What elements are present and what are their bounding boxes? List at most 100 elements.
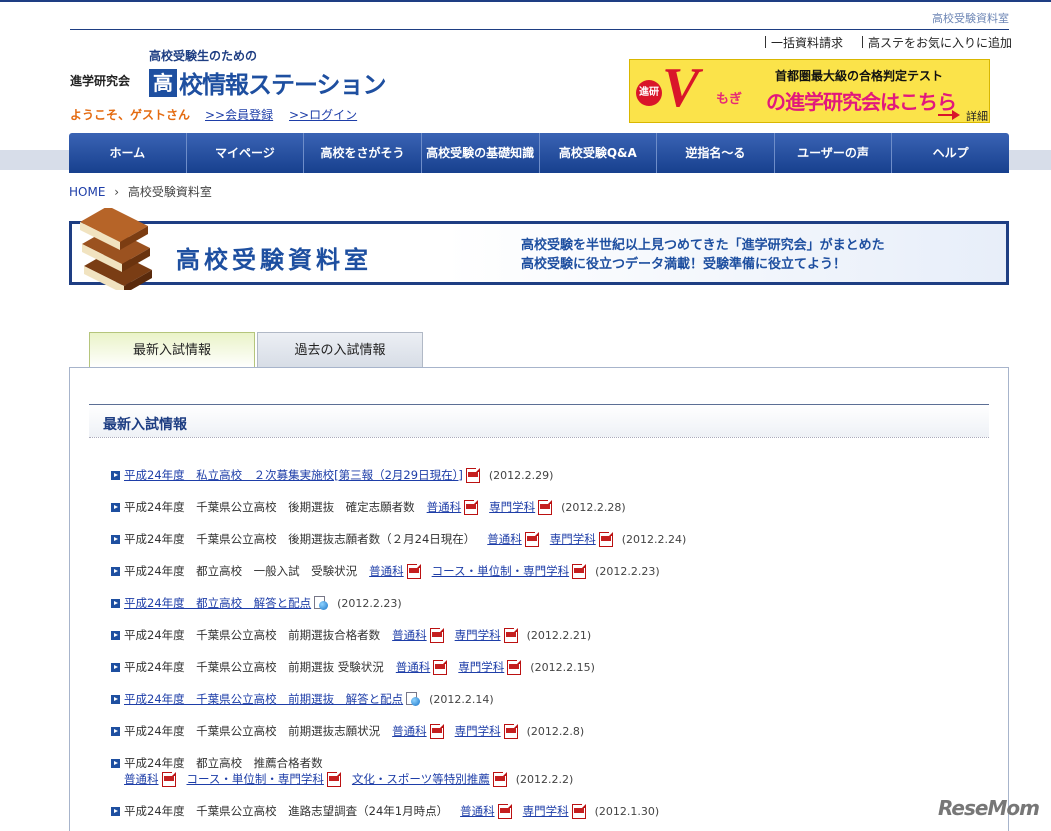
pdf-icon[interactable] <box>497 803 512 819</box>
item-date: (2012.2.23) <box>595 564 660 578</box>
list-item: 平成24年度 都立高校 推薦合格者数 <box>111 755 323 771</box>
item-link-specialized[interactable]: 専門学科 <box>550 531 596 547</box>
welcome-greeting: ようこそ、ゲストさん <box>70 108 191 122</box>
pdf-icon[interactable] <box>433 659 448 675</box>
logo-org: 進学研究会 <box>70 74 131 88</box>
webpage-icon[interactable] <box>314 596 329 610</box>
item-date: (2012.2.8) <box>526 724 585 738</box>
list-item: 平成24年度 千葉県公立高校 前期選抜合格者数 普通科 専門学科 (2012.2… <box>111 627 591 643</box>
bullet-arrow-icon <box>111 758 120 768</box>
item-link-specialized[interactable]: 専門学科 <box>523 803 569 819</box>
webpage-icon[interactable] <box>406 692 421 706</box>
hero-description: 高校受験を半世紀以上見つめてきた「進学研究会」がまとめた 高校受験に役立つデータ… <box>521 236 885 274</box>
pdf-icon[interactable] <box>161 771 176 787</box>
pdf-icon[interactable] <box>429 723 444 739</box>
pdf-icon[interactable] <box>571 803 586 819</box>
item-link-general[interactable]: 普通科 <box>396 659 431 675</box>
item-link-general[interactable]: 普通科 <box>460 803 495 819</box>
nav-home[interactable]: ホーム <box>69 133 187 173</box>
list-item: 平成24年度 私立高校 ２次募集実施校[第三報（2月29日現在）] (2012.… <box>111 467 553 483</box>
nav-basics[interactable]: 高校受験の基礎知識 <box>422 133 540 173</box>
breadcrumb-separator: › <box>114 185 120 199</box>
pdf-icon[interactable] <box>538 499 553 515</box>
nav-help[interactable]: ヘルプ <box>892 133 1009 173</box>
list-item: 平成24年度 千葉県公立高校 前期選抜 受験状況 普通科 専門学科 (2012.… <box>111 659 595 675</box>
tab-latest[interactable]: 最新入試情報 <box>89 332 255 368</box>
main-nav: ホーム マイページ 高校をさがそう 高校受験の基礎知識 高校受験Q&A 逆指名～… <box>69 133 1009 173</box>
nav-mypage[interactable]: マイページ <box>187 133 305 173</box>
item-link-specialized[interactable]: 専門学科 <box>458 659 504 675</box>
section-heading: 最新入試情報 <box>89 404 989 438</box>
breadcrumb-home[interactable]: HOME <box>69 185 105 199</box>
item-date: (2012.2.28) <box>561 500 626 514</box>
item-link-general[interactable]: 普通科 <box>392 627 427 643</box>
item-date: (2012.2.2) <box>515 772 574 786</box>
item-text: 平成24年度 都立高校 推薦合格者数 <box>124 756 323 770</box>
login-link[interactable]: >>ログイン <box>289 106 357 123</box>
pdf-icon[interactable] <box>406 563 421 579</box>
pdf-icon[interactable] <box>326 771 341 787</box>
pdf-icon[interactable] <box>598 531 613 547</box>
item-link-specialized[interactable]: 専門学科 <box>489 499 535 515</box>
item-link-general[interactable]: 普通科 <box>427 499 462 515</box>
item-link-specialized[interactable]: 専門学科 <box>455 627 501 643</box>
banner-line2: の進学研究会はこちら <box>766 90 957 114</box>
pdf-icon[interactable] <box>464 499 479 515</box>
pdf-icon[interactable] <box>524 531 539 547</box>
hero-desc-line1: 高校受験を半世紀以上見つめてきた「進学研究会」がまとめた <box>521 238 885 253</box>
item-link[interactable]: 平成24年度 都立高校 解答と配点 <box>124 595 311 611</box>
list-item-continuation: 普通科 コース・単位制・専門学科 文化・スポーツ等特別推薦 (2012.2.2) <box>124 771 573 787</box>
nav-user-voice[interactable]: ユーザーの声 <box>775 133 893 173</box>
item-date: (2012.2.24) <box>621 532 687 546</box>
item-link[interactable]: 平成24年度 千葉県公立高校 前期選抜 解答と配点 <box>124 691 403 707</box>
nav-search-school[interactable]: 高校をさがそう <box>304 133 422 173</box>
bullet-arrow-icon <box>111 534 120 544</box>
pdf-icon[interactable] <box>429 627 444 643</box>
item-link-special-recommendation[interactable]: 文化・スポーツ等特別推薦 <box>352 771 490 787</box>
header-divider <box>70 29 1009 30</box>
vmogi-banner[interactable]: 進研 V もぎ 首都圏最大級の合格判定テスト の進学研究会はこちら <box>629 59 990 123</box>
bullet-arrow-icon <box>111 662 120 672</box>
pdf-icon[interactable] <box>507 659 522 675</box>
list-item: 平成24年度 千葉県公立高校 後期選抜 確定志願者数 普通科 専門学科 (201… <box>111 499 626 515</box>
nav-qa[interactable]: 高校受験Q&A <box>540 133 658 173</box>
item-link-course[interactable]: コース・単位制・専門学科 <box>432 563 569 579</box>
tab-past[interactable]: 過去の入試情報 <box>257 332 423 368</box>
add-favorite-link[interactable]: 高ステをお気に入りに追加 <box>862 34 1012 51</box>
item-link-general[interactable]: 普通科 <box>369 563 404 579</box>
top-strip: 高校受験資料室 <box>0 0 1051 32</box>
pdf-icon[interactable] <box>572 563 587 579</box>
bullet-arrow-icon <box>111 566 120 576</box>
pdf-icon[interactable] <box>465 467 480 483</box>
item-link-course[interactable]: コース・単位制・専門学科 <box>187 771 324 787</box>
add-favorite-label: 高ステをお気に入りに追加 <box>868 36 1013 50</box>
item-link-general[interactable]: 普通科 <box>487 531 522 547</box>
bulk-request-link[interactable]: 一括資料請求 <box>765 34 843 51</box>
item-link-general[interactable]: 普通科 <box>392 723 427 739</box>
item-date: (2012.1.30) <box>594 804 660 818</box>
item-date: (2012.2.15) <box>530 660 595 674</box>
register-link[interactable]: >>会員登録 <box>205 106 273 123</box>
logo-box-char: 高 <box>149 68 177 97</box>
item-link-general[interactable]: 普通科 <box>124 771 159 787</box>
breadcrumb: HOME › 高校受験資料室 <box>69 183 212 200</box>
banner-v-sub: もぎ <box>716 92 743 107</box>
logo-subtitle: 高校受験生のための <box>149 49 258 63</box>
top-section-title: 高校受験資料室 <box>932 12 1009 25</box>
list-item: 平成24年度 都立高校 一般入試 受験状況 普通科 コース・単位制・専門学科 (… <box>111 563 660 579</box>
item-text: 平成24年度 千葉県公立高校 後期選抜 確定志願者数 <box>124 500 415 514</box>
item-link-specialized[interactable]: 専門学科 <box>455 723 501 739</box>
pdf-icon[interactable] <box>503 627 518 643</box>
item-text: 平成24年度 千葉県公立高校 前期選抜 受験状況 <box>124 660 384 674</box>
banner-v-letter: V <box>662 59 700 119</box>
item-text: 平成24年度 千葉県公立高校 後期選抜志願者数（２月24日現在） <box>124 532 476 546</box>
pdf-icon[interactable] <box>492 771 507 787</box>
logo-main-text: 校情報ステーション <box>179 71 387 99</box>
item-link[interactable]: 平成24年度 私立高校 ２次募集実施校[第三報（2月29日現在）] <box>124 467 463 483</box>
nav-reverse-nomination[interactable]: 逆指名～る <box>657 133 775 173</box>
bullet-arrow-icon <box>111 598 120 608</box>
arrow-right-icon <box>938 110 960 120</box>
banner-detail-link[interactable]: 詳細 <box>966 108 988 124</box>
list-item: 平成24年度 千葉県公立高校 進路志望調査（24年1月時点） 普通科 専門学科 … <box>111 803 659 819</box>
pdf-icon[interactable] <box>503 723 518 739</box>
